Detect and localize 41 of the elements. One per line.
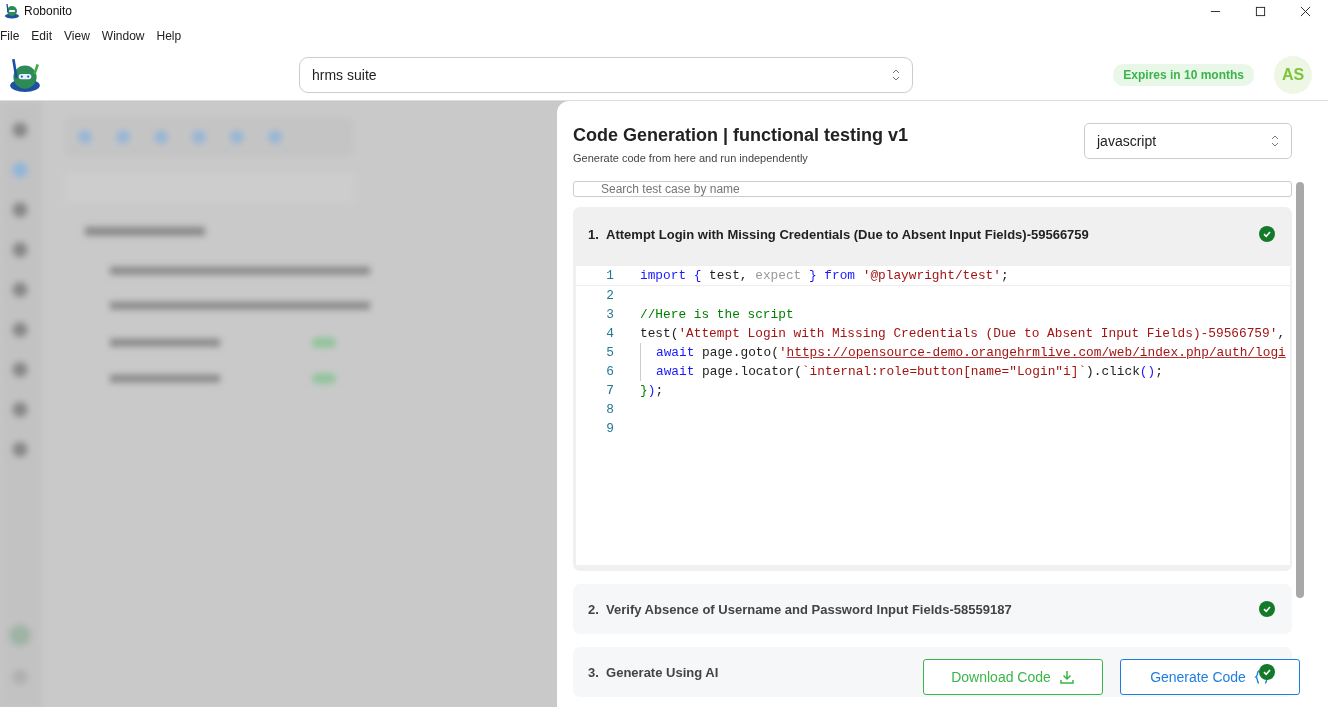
code-line: test('Attempt Login with Missing Credentials (Due to Absent Input Fields)-59566759', bbox=[640, 326, 1286, 341]
window-title: Robonito bbox=[24, 4, 73, 18]
line-number: 7 bbox=[605, 383, 614, 398]
code-line: await page.goto('https://opensource-demo.orangehrmlive.com/web/index.php/auth/logi bbox=[656, 345, 1286, 360]
panel-subtitle: Generate code from here and run independently bbox=[573, 152, 809, 164]
robot-logo-icon bbox=[8, 57, 42, 93]
code-line: //Here is the script bbox=[640, 307, 794, 322]
suite-select[interactable]: hrms suite bbox=[299, 57, 913, 93]
line-number: 8 bbox=[605, 402, 614, 417]
maximize-icon[interactable] bbox=[1255, 5, 1266, 17]
test-case-title[interactable]: 1. Attempt Login with Missing Credentials (Due to Absent Input Fields)-59566759 bbox=[588, 226, 1089, 242]
search-field[interactable]: Search test case by name bbox=[573, 181, 1292, 197]
line-number: 2 bbox=[605, 288, 614, 303]
panel-title: Code Generation | functional testing v1 bbox=[573, 125, 909, 146]
sort-arrows-icon bbox=[892, 69, 900, 81]
language-select[interactable]: javascript bbox=[1084, 123, 1292, 159]
line-number: 1 bbox=[605, 268, 614, 283]
line-number: 6 bbox=[605, 364, 614, 379]
code-line: await page.locator(`internal:role=button[name="Login"i]`).click(); bbox=[656, 364, 1163, 379]
braces-icon bbox=[1253, 669, 1270, 685]
line-number: 5 bbox=[605, 345, 614, 360]
menu-item[interactable]: Window bbox=[101, 29, 145, 43]
robot-logo-icon bbox=[4, 3, 20, 19]
scrollbar-thumb[interactable] bbox=[1296, 182, 1304, 598]
code-line: import { test, expect } from '@playwright/test'; bbox=[640, 268, 1009, 283]
menu-item[interactable]: View bbox=[64, 29, 90, 43]
download-icon bbox=[1058, 669, 1075, 685]
line-number: 3 bbox=[605, 307, 614, 322]
menu-item[interactable]: Help bbox=[156, 29, 182, 43]
line-number: 9 bbox=[605, 421, 614, 436]
generate-button[interactable]: Generate Code bbox=[1120, 659, 1300, 695]
license-badge: Expires in 10 months bbox=[1113, 64, 1254, 86]
line-number: 4 bbox=[605, 326, 614, 341]
test-case-title[interactable]: 2. Verify Absence of Username and Password Input Fields-58559187 bbox=[588, 601, 1012, 617]
menu-item[interactable]: File bbox=[0, 29, 20, 43]
test-case-title[interactable]: 3. Generate Using AI bbox=[588, 664, 719, 680]
code-line: }); bbox=[640, 383, 664, 398]
sort-arrows-icon bbox=[1271, 135, 1279, 147]
menu-item[interactable]: Edit bbox=[31, 29, 53, 43]
close-icon[interactable] bbox=[1300, 5, 1311, 17]
code-editor[interactable] bbox=[576, 265, 1290, 565]
